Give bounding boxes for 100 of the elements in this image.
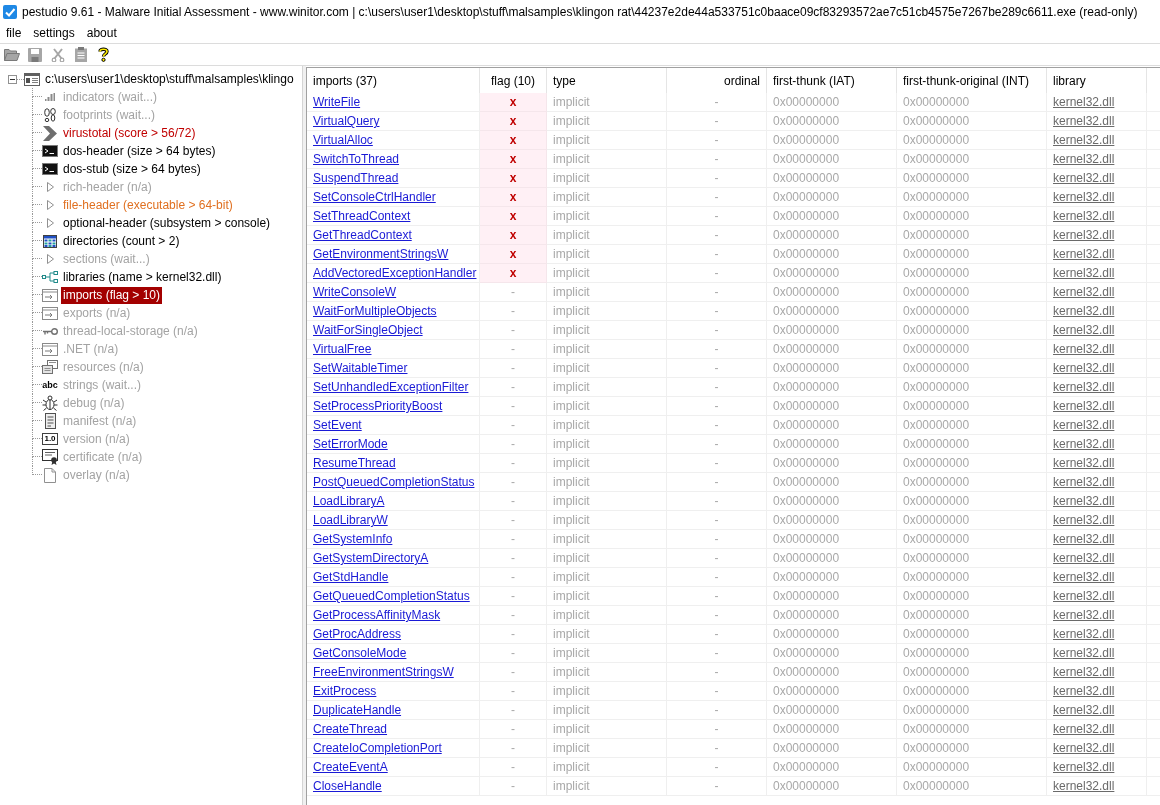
tree-root[interactable]: c:\users\user1\desktop\stuff\malsamples\klingo [43, 70, 296, 88]
library-link[interactable]: kernel32.dll [1053, 777, 1115, 795]
library-link[interactable]: kernel32.dll [1053, 131, 1115, 149]
import-link[interactable]: CloseHandle [313, 777, 382, 795]
library-link[interactable]: kernel32.dll [1053, 112, 1115, 130]
menu-item[interactable]: about [80, 23, 123, 43]
library-link[interactable]: kernel32.dll [1053, 264, 1115, 282]
import-link[interactable]: WaitForSingleObject [313, 321, 423, 339]
address-cell: 0x00000000 [767, 359, 897, 378]
column-header[interactable]: type [547, 68, 667, 93]
import-link[interactable]: GetStdHandle [313, 568, 389, 586]
flag-cell: - [480, 359, 547, 378]
column-header[interactable]: first-thunk-original (INT) [897, 68, 1047, 93]
tree-item[interactable]: imports (flag > 10) [61, 286, 163, 304]
clipboard-icon [74, 47, 87, 62]
import-link[interactable]: GetSystemDirectoryA [313, 549, 429, 567]
address-cell: 0x00000000 [897, 340, 1047, 359]
library-link[interactable]: kernel32.dll [1053, 758, 1115, 776]
library-link[interactable]: kernel32.dll [1053, 397, 1115, 415]
tree-item[interactable]: dos-header (size > 64 bytes) [61, 142, 218, 160]
library-link[interactable]: kernel32.dll [1053, 207, 1115, 225]
library-link[interactable]: kernel32.dll [1053, 340, 1115, 358]
import-link[interactable]: VirtualAlloc [313, 131, 373, 149]
library-link[interactable]: kernel32.dll [1053, 568, 1115, 586]
library-link[interactable]: kernel32.dll [1053, 302, 1115, 320]
import-link[interactable]: WriteConsoleW [313, 283, 397, 301]
import-link[interactable]: DuplicateHandle [313, 701, 402, 719]
import-link[interactable]: CreateThread [313, 720, 388, 738]
library-link[interactable]: kernel32.dll [1053, 245, 1115, 263]
library-link[interactable]: kernel32.dll [1053, 682, 1115, 700]
library-link[interactable]: kernel32.dll [1053, 150, 1115, 168]
column-header[interactable]: ordinal [667, 68, 767, 93]
import-link[interactable]: AddVectoredExceptionHandler [313, 264, 477, 282]
import-link[interactable]: WriteFile [313, 93, 361, 111]
tree-item[interactable]: libraries (name > kernel32.dll) [61, 268, 224, 286]
library-link[interactable]: kernel32.dll [1053, 321, 1115, 339]
library-link[interactable]: kernel32.dll [1053, 511, 1115, 529]
library-link[interactable]: kernel32.dll [1053, 530, 1115, 548]
import-link[interactable]: SetEvent [313, 416, 362, 434]
import-link[interactable]: SetThreadContext [313, 207, 411, 225]
import-link[interactable]: SetErrorMode [313, 435, 388, 453]
address-cell: 0x00000000 [897, 682, 1047, 701]
import-link[interactable]: GetEnvironmentStringsW [313, 245, 449, 263]
address-cell: 0x00000000 [767, 511, 897, 530]
import-link[interactable]: GetProcAddress [313, 625, 402, 643]
import-link[interactable]: GetSystemInfo [313, 530, 393, 548]
menu-item[interactable]: settings [27, 23, 81, 43]
import-link[interactable]: ResumeThread [313, 454, 396, 472]
library-link[interactable]: kernel32.dll [1053, 416, 1115, 434]
import-link[interactable]: LoadLibraryW [313, 511, 388, 529]
library-link[interactable]: kernel32.dll [1053, 435, 1115, 453]
import-link[interactable]: FreeEnvironmentStringsW [313, 663, 454, 681]
tree-item[interactable]: directories (count > 2) [61, 232, 182, 250]
library-link[interactable]: kernel32.dll [1053, 644, 1115, 662]
library-link[interactable]: kernel32.dll [1053, 587, 1115, 605]
library-link[interactable]: kernel32.dll [1053, 473, 1115, 491]
import-link[interactable]: SetUnhandledExceptionFilter [313, 378, 469, 396]
type-cell: implicit [547, 397, 667, 416]
library-link[interactable]: kernel32.dll [1053, 169, 1115, 187]
collapse-icon[interactable] [8, 74, 17, 84]
tree-item[interactable]: virustotal (score > 56/72) [61, 124, 198, 142]
flag-cell: x [480, 207, 547, 226]
column-header[interactable]: library [1047, 68, 1147, 93]
library-link[interactable]: kernel32.dll [1053, 454, 1115, 472]
library-link[interactable]: kernel32.dll [1053, 720, 1115, 738]
import-link[interactable]: VirtualQuery [313, 112, 380, 130]
import-link[interactable]: WaitForMultipleObjects [313, 302, 437, 320]
library-link[interactable]: kernel32.dll [1053, 606, 1115, 624]
library-link[interactable]: kernel32.dll [1053, 739, 1115, 757]
tree-item[interactable]: optional-header (subsystem > console) [61, 214, 273, 232]
import-link[interactable]: CreateEventA [313, 758, 388, 776]
import-link[interactable]: GetProcessAffinityMask [313, 606, 441, 624]
tree-item[interactable]: dos-stub (size > 64 bytes) [61, 160, 203, 178]
import-link[interactable]: GetQueuedCompletionStatus [313, 587, 470, 605]
import-link[interactable]: ExitProcess [313, 682, 377, 700]
library-link[interactable]: kernel32.dll [1053, 93, 1115, 111]
library-link[interactable]: kernel32.dll [1053, 283, 1115, 301]
library-link[interactable]: kernel32.dll [1053, 226, 1115, 244]
import-link[interactable]: CreateIoCompletionPort [313, 739, 442, 757]
import-link[interactable]: LoadLibraryA [313, 492, 385, 510]
import-link[interactable]: SetWaitableTimer [313, 359, 408, 377]
library-link[interactable]: kernel32.dll [1053, 701, 1115, 719]
import-link[interactable]: GetThreadContext [313, 226, 412, 244]
import-link[interactable]: SwitchToThread [313, 150, 400, 168]
import-link[interactable]: GetConsoleMode [313, 644, 407, 662]
library-link[interactable]: kernel32.dll [1053, 492, 1115, 510]
import-link[interactable]: PostQueuedCompletionStatus [313, 473, 475, 491]
import-link[interactable]: SetProcessPriorityBoost [313, 397, 443, 415]
import-link[interactable]: SuspendThread [313, 169, 399, 187]
library-link[interactable]: kernel32.dll [1053, 188, 1115, 206]
menu-item[interactable]: file [0, 23, 28, 43]
column-header[interactable]: imports (37) [307, 68, 480, 93]
column-header[interactable]: first-thunk (IAT) [767, 68, 897, 93]
library-link[interactable]: kernel32.dll [1053, 663, 1115, 681]
library-link[interactable]: kernel32.dll [1053, 625, 1115, 643]
library-link[interactable]: kernel32.dll [1053, 359, 1115, 377]
import-link[interactable]: VirtualFree [313, 340, 372, 358]
library-link[interactable]: kernel32.dll [1053, 378, 1115, 396]
library-link[interactable]: kernel32.dll [1053, 549, 1115, 567]
import-link[interactable]: SetConsoleCtrlHandler [313, 188, 436, 206]
